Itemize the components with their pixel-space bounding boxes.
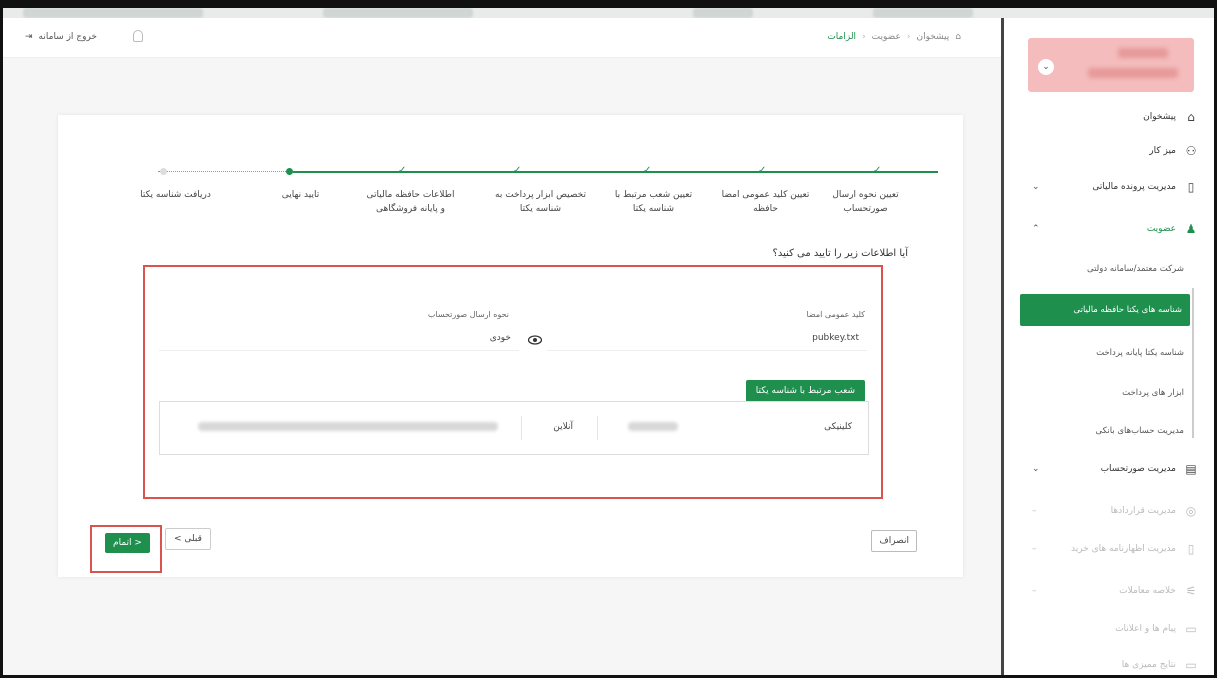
step-check-icon: ✓ xyxy=(398,165,407,176)
step-label: تعیین شعب مرتبط با شناسه یکتا xyxy=(614,190,693,214)
sidebar-item-label: مدیریت پرونده مالیاتی xyxy=(1092,182,1176,192)
top-header: ⇥ خروج از سامانه ⌂ پیشخوان ‹ عضویت ‹ الز… xyxy=(3,18,1001,58)
cancel-button[interactable]: انصراف xyxy=(871,530,917,552)
chart-icon: ⚟ xyxy=(1185,584,1197,598)
step-pending-dot xyxy=(160,168,167,175)
sidebar-item-label: مدیریت صورتحساب xyxy=(1100,464,1176,474)
wizard-stepper: ✓ ✓ ✓ ✓ ✓ تعیین نحوه ارسال صورتحساب تعیی… xyxy=(140,165,938,214)
sidebar-item-label: عضویت xyxy=(1146,224,1176,234)
file-icon: ▯ xyxy=(1187,180,1195,194)
contract-icon: ◎ xyxy=(1185,504,1197,518)
breadcrumb-separator: ‹ xyxy=(906,32,911,42)
step-label: تعیین کلید عمومی امضا حافظه xyxy=(721,190,810,214)
logout-button[interactable]: ⇥ خروج از سامانه xyxy=(25,32,97,42)
dash-icon: – xyxy=(1032,506,1037,516)
wizard-card: ✓ ✓ ✓ ✓ ✓ تعیین نحوه ارسال صورتحساب تعیی… xyxy=(58,115,963,577)
logout-label: خروج از سامانه xyxy=(38,32,97,42)
step-label: اطلاعات حافظه مالیاتی و پایانه فروشگاهی xyxy=(366,190,455,214)
breadcrumb-item[interactable]: پیشخوان xyxy=(916,32,949,42)
branches-button[interactable]: شعب مرتبط با شناسه یکتا xyxy=(745,380,865,402)
sidebar-item-label: پیشخوان xyxy=(1143,112,1176,122)
logout-icon: ⇥ xyxy=(25,32,33,42)
sidebar-subitem[interactable]: شرکت معتمد/سامانه دولتی xyxy=(1087,264,1184,274)
sidebar-item-label: نتایج ممیزی ها xyxy=(1121,660,1176,670)
user-icon: ♟ xyxy=(1185,222,1197,236)
step-check-icon: ✓ xyxy=(643,165,652,176)
sidebar: ⌄ ⌂ پیشخوان ⚇ میز کار ▯ مدیریت پرونده ما… xyxy=(1001,18,1214,678)
sidebar-item-label: میز کار xyxy=(1149,146,1176,156)
step-check-icon: ✓ xyxy=(758,165,767,176)
step-label: تایید نهایی xyxy=(281,190,320,200)
public-key-field: pubkey.txt xyxy=(547,325,867,351)
step-label: دریافت شناسه یکتا xyxy=(140,190,211,200)
chevron-down-icon[interactable]: ⌄ xyxy=(1038,59,1054,75)
dash-icon: – xyxy=(1032,586,1037,596)
confirm-summary-box: کلید عمومی امضا نحوه ارسال صورتحساب pubk… xyxy=(143,265,883,499)
step-label: تخصیص ابزار پرداخت به شناسه یکتا xyxy=(495,190,586,214)
sidebar-subitem-active[interactable]: شناسه های یکتا حافظه مالیاتی xyxy=(1020,294,1190,326)
sidebar-item-workspace[interactable]: ⚇ میز کار xyxy=(1149,144,1198,158)
sidebar-item-label: مدیریت اظهارنامه های خرید xyxy=(1070,544,1176,554)
branch-type: آنلاین xyxy=(553,422,573,432)
home-crumb-icon: ⌂ xyxy=(955,32,961,42)
breadcrumb: ⌂ پیشخوان ‹ عضویت ‹ الزامات xyxy=(827,32,961,42)
finish-highlight: < اتمام xyxy=(90,525,162,573)
user-profile-card[interactable]: ⌄ xyxy=(1028,38,1194,92)
message-icon: ▭ xyxy=(1185,622,1197,636)
document-icon: ▯ xyxy=(1187,542,1195,556)
breadcrumb-item[interactable]: عضویت xyxy=(872,32,901,42)
chevron-up-icon[interactable]: ⌃ xyxy=(1032,224,1040,234)
sidebar-item-audits[interactable]: ▭ نتایج ممیزی ها xyxy=(1122,658,1198,672)
branch-table: کلینیکی آنلاین xyxy=(159,401,869,455)
redacted-text xyxy=(198,422,498,431)
breadcrumb-separator: ‹ xyxy=(862,32,866,42)
sidebar-item-membership[interactable]: ♟ عضویت xyxy=(1147,222,1198,236)
invoice-icon: ▤ xyxy=(1185,462,1197,476)
browser-strip xyxy=(3,8,1214,18)
sidebar-scrollbar[interactable] xyxy=(1192,288,1194,438)
sidebar-item-contracts[interactable]: ◎ مدیریت قراردادها xyxy=(1111,504,1198,518)
dash-icon: – xyxy=(1032,544,1037,554)
sidebar-subitem[interactable]: مدیریت حساب‌های بانکی xyxy=(1096,426,1184,436)
step-check-icon: ✓ xyxy=(873,165,882,176)
public-key-label: کلید عمومی امضا xyxy=(806,310,865,319)
step-check-icon: ✓ xyxy=(513,165,522,176)
redacted-text xyxy=(628,422,678,431)
sidebar-item-label: مدیریت قراردادها xyxy=(1110,506,1176,516)
sidebar-item-dashboard[interactable]: ⌂ پیشخوان xyxy=(1143,110,1198,124)
audit-icon: ▭ xyxy=(1185,658,1197,672)
home-icon: ⌂ xyxy=(1187,110,1195,124)
branch-name: کلینیکی xyxy=(824,422,852,432)
step-current-dot xyxy=(286,168,293,175)
stepper-progress-line xyxy=(293,171,938,173)
column-divider xyxy=(597,416,598,440)
sidebar-subitem[interactable]: شناسه یکتا پایانه پرداخت xyxy=(1096,348,1184,358)
step-label: تعیین نحوه ارسال صورتحساب xyxy=(832,190,899,214)
sidebar-item-messages[interactable]: ▭ پیام ها و اعلانات xyxy=(1115,622,1198,636)
main-area: ⇥ خروج از سامانه ⌂ پیشخوان ‹ عضویت ‹ الز… xyxy=(3,18,1001,678)
breadcrumb-item-current: الزامات xyxy=(827,32,857,42)
chevron-down-icon[interactable]: ⌄ xyxy=(1032,182,1040,192)
chevron-down-icon[interactable]: ⌄ xyxy=(1032,464,1040,474)
stepper-pending-line xyxy=(158,171,288,173)
previous-button[interactable]: قبلی > xyxy=(165,528,211,550)
sidebar-subitem[interactable]: ابزار های پرداخت xyxy=(1122,388,1184,398)
sidebar-item-invoices[interactable]: ▤ مدیریت صورتحساب xyxy=(1101,462,1198,476)
sidebar-item-purchase-declarations[interactable]: ▯ مدیریت اظهارنامه های خرید xyxy=(1071,542,1198,556)
sidebar-item-tax-file[interactable]: ▯ مدیریت پرونده مالیاتی xyxy=(1092,180,1198,194)
column-divider xyxy=(521,416,522,440)
sidebar-item-label: پیام ها و اعلانات xyxy=(1115,624,1176,634)
send-method-label: نحوه ارسال صورتحساب xyxy=(427,310,509,319)
confirm-question: آیا اطلاعات زیر را تایید می کنید؟ xyxy=(772,248,908,259)
workspace-icon: ⚇ xyxy=(1185,144,1197,158)
finish-button[interactable]: < اتمام xyxy=(105,533,150,553)
sidebar-item-transactions[interactable]: ⚟ خلاصه معاملات xyxy=(1119,584,1198,598)
send-method-field: خودی xyxy=(159,325,519,351)
sidebar-item-label: خلاصه معاملات xyxy=(1119,586,1176,596)
notification-icon[interactable] xyxy=(133,30,143,42)
eye-icon[interactable] xyxy=(528,335,542,345)
